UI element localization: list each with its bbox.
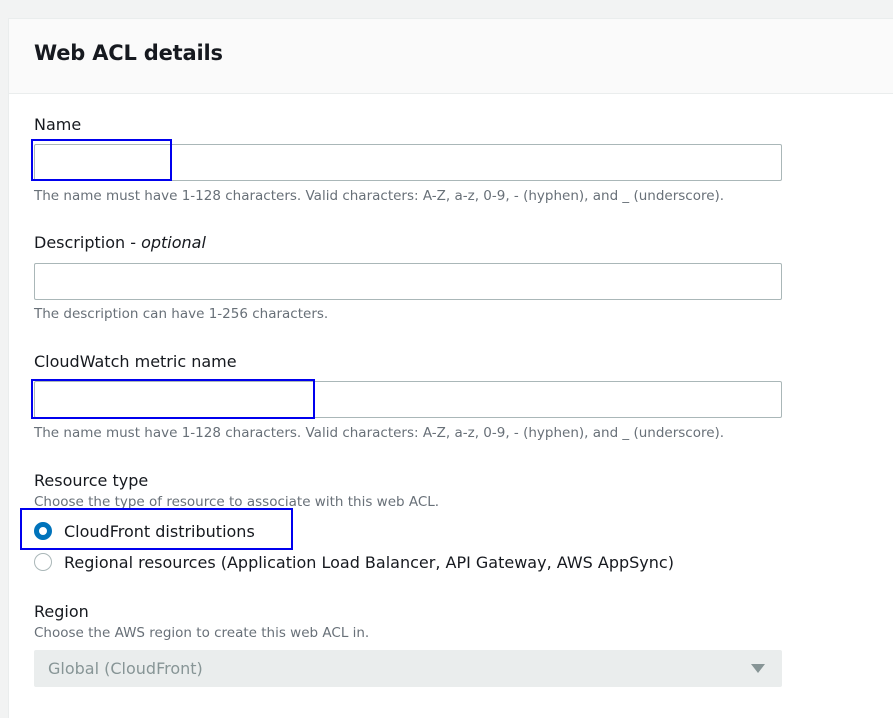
name-hint: The name must have 1-128 characters. Val… — [34, 188, 725, 204]
description-input[interactable] — [34, 263, 782, 300]
metric-name-label: CloudWatch metric name — [34, 352, 237, 371]
name-label: Name — [34, 115, 82, 134]
panel-title: Web ACL details — [34, 41, 223, 65]
radio-button-unchecked[interactable] — [34, 553, 52, 571]
resource-type-hint: Choose the type of resource to associate… — [34, 494, 440, 510]
metric-name-hint: The name must have 1-128 characters. Val… — [34, 425, 725, 441]
radio-button-checked[interactable] — [34, 522, 52, 540]
radio-cloudfront-distributions[interactable]: CloudFront distributions — [34, 520, 255, 542]
description-hint: The description can have 1-256 character… — [34, 306, 329, 322]
region-hint: Choose the AWS region to create this web… — [34, 625, 370, 641]
region-select[interactable]: Global (CloudFront) — [34, 650, 782, 687]
radio-regional-resources[interactable]: Regional resources (Application Load Bal… — [34, 551, 674, 573]
radio-label-cloudfront: CloudFront distributions — [64, 521, 255, 541]
caret-down-icon — [751, 664, 765, 673]
web-acl-details-panel: Web ACL details Name The name must have … — [8, 18, 893, 718]
radio-label-regional: Regional resources (Application Load Bal… — [64, 552, 674, 572]
region-select-value: Global (CloudFront) — [48, 659, 203, 678]
metric-name-input[interactable] — [34, 381, 782, 418]
name-input[interactable] — [34, 144, 782, 181]
region-label: Region — [34, 602, 89, 621]
panel-header: Web ACL details — [9, 19, 893, 94]
optional-label: optional — [141, 233, 206, 252]
resource-type-label: Resource type — [34, 471, 149, 490]
description-label: Description - optional — [34, 233, 206, 252]
